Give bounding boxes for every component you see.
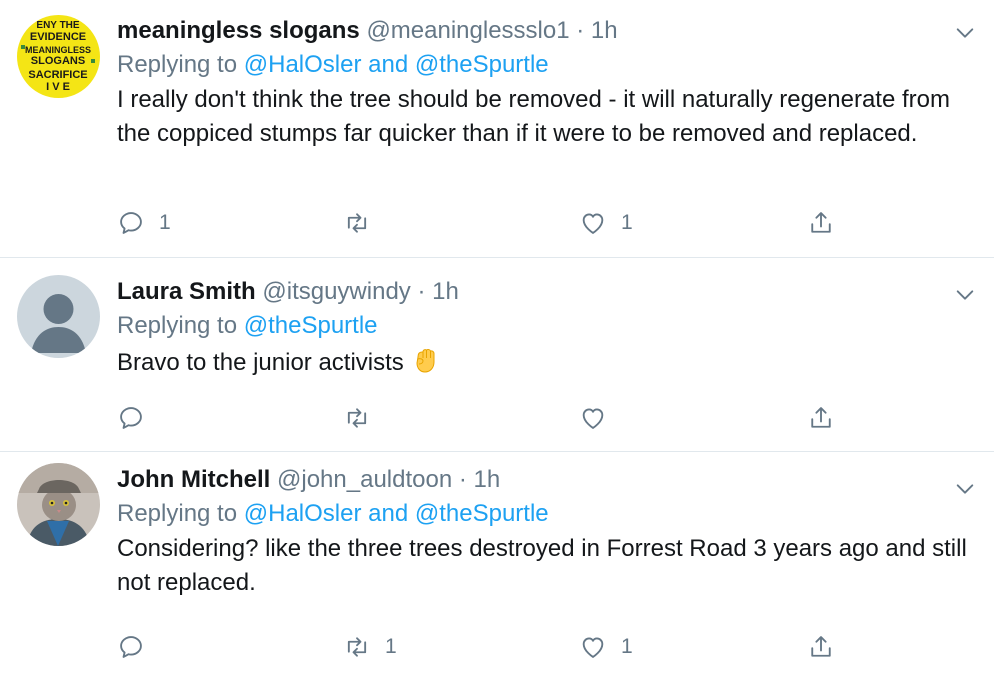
tweet-content: John Mitchell @john_auldtoon · 1h Replyi…	[117, 463, 974, 600]
reply-button[interactable]: 1	[117, 203, 171, 243]
svg-text:SLOGANS: SLOGANS	[31, 55, 85, 67]
reply-count: 1	[159, 211, 171, 234]
tweet-content: meaningless slogans @meaninglessslo1 · 1…	[117, 14, 974, 151]
raised-fist-emoji	[416, 348, 435, 373]
svg-text:MEANINGLESS: MEANINGLESS	[25, 45, 91, 55]
like-button[interactable]: 1	[579, 203, 633, 243]
svg-text:I V E: I V E	[46, 81, 70, 93]
tweet-actions	[117, 398, 857, 438]
separator-dot: ·	[576, 17, 585, 44]
reply-button[interactable]	[117, 398, 159, 438]
chevron-down-icon[interactable]	[954, 284, 976, 306]
reply-and-link[interactable]: and	[361, 500, 414, 527]
replying-to: Replying to @theSpurtle	[117, 309, 974, 343]
user-handle[interactable]: @itsguywindy	[262, 278, 410, 305]
reply-icon	[120, 212, 142, 234]
tweet-reply[interactable]: ENY THE EVIDENCE MEANINGLESS SLOGANS SAC…	[0, 0, 994, 258]
tweet-text-content: Bravo to the junior activists	[117, 349, 404, 376]
slogan-avatar-image: ENY THE EVIDENCE MEANINGLESS SLOGANS SAC…	[17, 15, 100, 98]
svg-text:ENY THE: ENY THE	[36, 20, 79, 31]
tweet-reply[interactable]: Laura Smith @itsguywindy · 1h Replying t…	[0, 258, 994, 452]
reply-mention-link[interactable]: @theSpurtle	[415, 500, 549, 527]
chevron-down-icon[interactable]	[954, 478, 976, 500]
like-button[interactable]	[579, 398, 621, 438]
chevron-down-icon[interactable]	[954, 22, 976, 44]
retweet-icon	[347, 637, 367, 657]
tweet-text: I really don't think the tree should be …	[117, 86, 950, 147]
tweet-content: Laura Smith @itsguywindy · 1h Replying t…	[117, 275, 974, 380]
like-count: 1	[621, 211, 633, 234]
replying-to: Replying to @HalOsler and @theSpurtle	[117, 48, 974, 82]
cat-avatar-image	[17, 463, 100, 546]
reply-icon	[120, 407, 142, 429]
separator-dot: ·	[417, 278, 426, 305]
share-button[interactable]	[807, 203, 835, 243]
retweet-icon	[347, 213, 367, 233]
display-name[interactable]: meaningless slogans	[117, 17, 360, 44]
replying-to-label: Replying to	[117, 51, 244, 78]
heart-icon	[582, 637, 604, 658]
avatar[interactable]: ENY THE EVIDENCE MEANINGLESS SLOGANS SAC…	[17, 15, 100, 98]
tweet-reply[interactable]: John Mitchell @john_auldtoon · 1h Replyi…	[0, 452, 994, 676]
share-icon	[811, 636, 831, 657]
reply-mention-link[interactable]: @HalOsler	[244, 500, 362, 527]
reply-button[interactable]	[117, 627, 159, 667]
tweet-header: John Mitchell @john_auldtoon · 1h	[117, 463, 974, 497]
retweet-count: 1	[385, 635, 397, 658]
retweet-button[interactable]: 1	[343, 627, 397, 667]
timestamp[interactable]: 1h	[432, 278, 459, 305]
svg-text:EVIDENCE: EVIDENCE	[30, 31, 86, 43]
display-name[interactable]: Laura Smith	[117, 278, 256, 305]
tweet-text: Bravo to the junior activists	[117, 344, 974, 380]
reply-icon	[120, 636, 142, 658]
tweet-header: meaningless slogans @meaninglessslo1 · 1…	[117, 14, 974, 48]
avatar[interactable]	[17, 275, 100, 358]
avatar[interactable]	[17, 463, 100, 546]
share-button[interactable]	[807, 627, 835, 667]
like-button[interactable]: 1	[579, 627, 633, 667]
reply-mention-link[interactable]: @theSpurtle	[244, 312, 378, 339]
separator-dot: ·	[458, 466, 467, 493]
svg-text:SACRIFICE: SACRIFICE	[28, 69, 87, 81]
timestamp[interactable]: 1h	[591, 17, 618, 44]
default-avatar-image	[17, 275, 100, 358]
replying-to-label: Replying to	[117, 312, 244, 339]
user-handle[interactable]: @john_auldtoon	[277, 466, 452, 493]
tweet-actions: 1 1	[117, 627, 857, 667]
reply-mention-link[interactable]: @theSpurtle	[415, 51, 549, 78]
retweet-button[interactable]	[343, 398, 385, 438]
like-count: 1	[621, 635, 633, 658]
tweet-actions: 1 1	[117, 203, 857, 243]
user-handle[interactable]: @meaninglessslo1	[366, 17, 569, 44]
share-button[interactable]	[807, 398, 835, 438]
share-icon	[811, 212, 831, 233]
reply-mention-link[interactable]: @HalOsler	[244, 51, 362, 78]
heart-icon	[582, 213, 604, 234]
reply-and-link[interactable]: and	[361, 51, 414, 78]
display-name[interactable]: John Mitchell	[117, 466, 270, 493]
heart-icon	[582, 408, 604, 429]
share-icon	[811, 407, 831, 428]
tweet-header: Laura Smith @itsguywindy · 1h	[117, 275, 974, 309]
replying-to: Replying to @HalOsler and @theSpurtle	[117, 497, 974, 531]
timestamp[interactable]: 1h	[474, 466, 501, 493]
replying-to-label: Replying to	[117, 500, 244, 527]
retweet-button[interactable]	[343, 203, 385, 243]
retweet-icon	[347, 408, 367, 428]
tweet-text: Considering? like the three trees destro…	[117, 535, 967, 596]
